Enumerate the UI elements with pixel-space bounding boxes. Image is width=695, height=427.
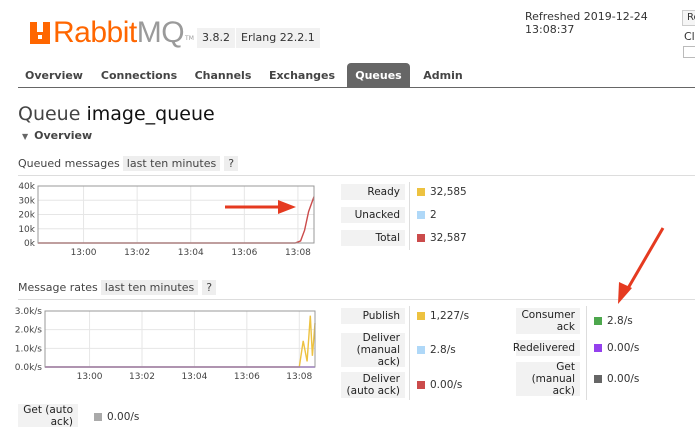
stat-label-get-auto-ack: Get (auto ack) <box>18 404 78 427</box>
stat-value-ready: 32,585 <box>417 185 467 199</box>
y-tick-label: 3.0k/s <box>15 307 43 317</box>
rates-help-button[interactable]: ? <box>202 280 217 295</box>
annotation-arrow-consumer <box>618 227 665 304</box>
stat-value-consumer-ack: 2.8/s <box>594 314 633 328</box>
stat-value-deliver-manual-ack: 2.8/s <box>417 343 456 357</box>
y-tick-label: 0.0k/s <box>15 363 43 373</box>
y-tick-label: 20k <box>18 211 35 221</box>
divider <box>409 182 410 250</box>
logo-trademark: TM <box>185 35 194 42</box>
stat-value-publish: 1,227/s <box>417 309 469 323</box>
message-rates-heading: Message rates last ten minutes? <box>18 280 217 295</box>
tab-admin[interactable]: Admin <box>415 63 471 88</box>
rabbit-logo-icon <box>30 22 50 44</box>
queue-name: image_queue <box>86 103 215 125</box>
annotation-arrow-queued <box>225 200 296 214</box>
queued-messages-heading: Queued messages last ten minutes? <box>18 156 239 171</box>
ready-swatch <box>417 188 425 196</box>
y-tick-label: 0k <box>24 239 36 249</box>
x-tick-label: 13:02 <box>129 372 155 382</box>
stat-label-redelivered: Redelivered <box>513 340 580 356</box>
stat-label-deliver-auto-ack: Deliver (auto ack) <box>341 372 405 398</box>
x-tick-label: 13:02 <box>124 248 150 258</box>
rabbitmq-logo: RabbitMQ TM <box>30 14 194 48</box>
tab-queues[interactable]: Queues <box>347 63 410 88</box>
stat-value-deliver-auto-ack: 0.00/s <box>417 378 462 392</box>
publish-swatch <box>417 312 425 320</box>
version-badge: 3.8.2 <box>197 28 235 48</box>
x-tick-label: 13:08 <box>285 248 311 258</box>
x-tick-label: 13:06 <box>231 248 257 258</box>
x-tick-label: 13:04 <box>181 372 207 382</box>
tab-channels[interactable]: Channels <box>188 63 258 88</box>
total-swatch <box>417 234 425 242</box>
stat-label-deliver-manual-ack: Deliver (manual ack) <box>341 332 405 368</box>
get-auto-swatch <box>94 413 102 421</box>
stat-label-get-manual-ack: Get (manual ack) <box>516 361 580 397</box>
overview-section-toggle[interactable]: ▼ Overview <box>22 129 92 142</box>
y-tick-label: 2.0k/s <box>15 326 43 336</box>
erlang-version-badge: Erlang 22.2.1 <box>236 28 320 48</box>
x-tick-label: 13:00 <box>71 248 97 258</box>
redelivered-swatch <box>594 344 602 352</box>
stat-label-unacked: Unacked <box>341 207 405 223</box>
x-tick-label: 13:06 <box>234 372 260 382</box>
divider <box>18 175 695 176</box>
stat-label-total: Total <box>341 230 405 246</box>
stat-label-publish: Publish <box>341 308 405 324</box>
message-rates-chart: 0.0k/s 1.0k/s 2.0k/s 3.0k/s 13:00 13:02 13:04 1… <box>15 307 316 382</box>
page-title: Queue image_queue <box>18 103 215 125</box>
unacked-swatch <box>417 211 425 219</box>
main-nav: Overview Connections Channels Exchanges … <box>18 63 695 88</box>
x-tick-label: 13:08 <box>286 372 312 382</box>
queued-range-selector[interactable]: last ten minutes <box>122 156 221 171</box>
stat-value-get-auto-ack: 0.00/s <box>94 410 139 424</box>
stat-value-unacked: 2 <box>417 208 437 222</box>
divider <box>586 306 587 400</box>
y-tick-label: 10k <box>18 225 35 235</box>
series-line <box>45 315 316 368</box>
deliver-auto-swatch <box>417 381 425 389</box>
stat-value-redelivered: 0.00/s <box>594 341 639 355</box>
tab-overview[interactable]: Overview <box>18 63 90 88</box>
x-tick-label: 13:04 <box>178 248 204 258</box>
stat-label-ready: Ready <box>341 184 405 200</box>
y-tick-label: 30k <box>18 196 35 206</box>
y-tick-label: 40k <box>18 182 35 192</box>
queued-messages-chart: 0k 10k 20k 30k 40k 13:00 13:02 13:04 13:06 13:08 <box>18 182 315 258</box>
queued-help-button[interactable]: ? <box>224 156 239 171</box>
divider <box>409 306 410 400</box>
tab-connections[interactable]: Connections <box>96 63 182 88</box>
stat-value-get-manual-ack: 0.00/s <box>594 372 639 386</box>
cluster-label: Cl <box>684 30 695 43</box>
collapse-triangle-icon: ▼ <box>22 132 29 141</box>
divider <box>18 299 695 300</box>
tab-exchanges[interactable]: Exchanges <box>264 63 340 88</box>
get-manual-swatch <box>594 375 602 383</box>
logo-text: RabbitMQ <box>53 16 185 49</box>
stat-value-total: 32,587 <box>417 231 467 245</box>
refreshed-timestamp: Refreshed 2019-12-24 13:08:37 <box>525 10 648 36</box>
plot-frame <box>44 310 316 368</box>
x-tick-label: 13:00 <box>77 372 103 382</box>
deliver-manual-swatch <box>417 346 425 354</box>
rates-range-selector[interactable]: last ten minutes <box>100 280 199 295</box>
cluster-selector[interactable] <box>683 46 695 58</box>
y-tick-label: 1.0k/s <box>15 344 43 354</box>
refresh-button[interactable]: Re <box>682 10 695 26</box>
consumer-ack-swatch <box>594 317 602 325</box>
stat-label-consumer-ack: Consumer ack <box>516 308 580 334</box>
